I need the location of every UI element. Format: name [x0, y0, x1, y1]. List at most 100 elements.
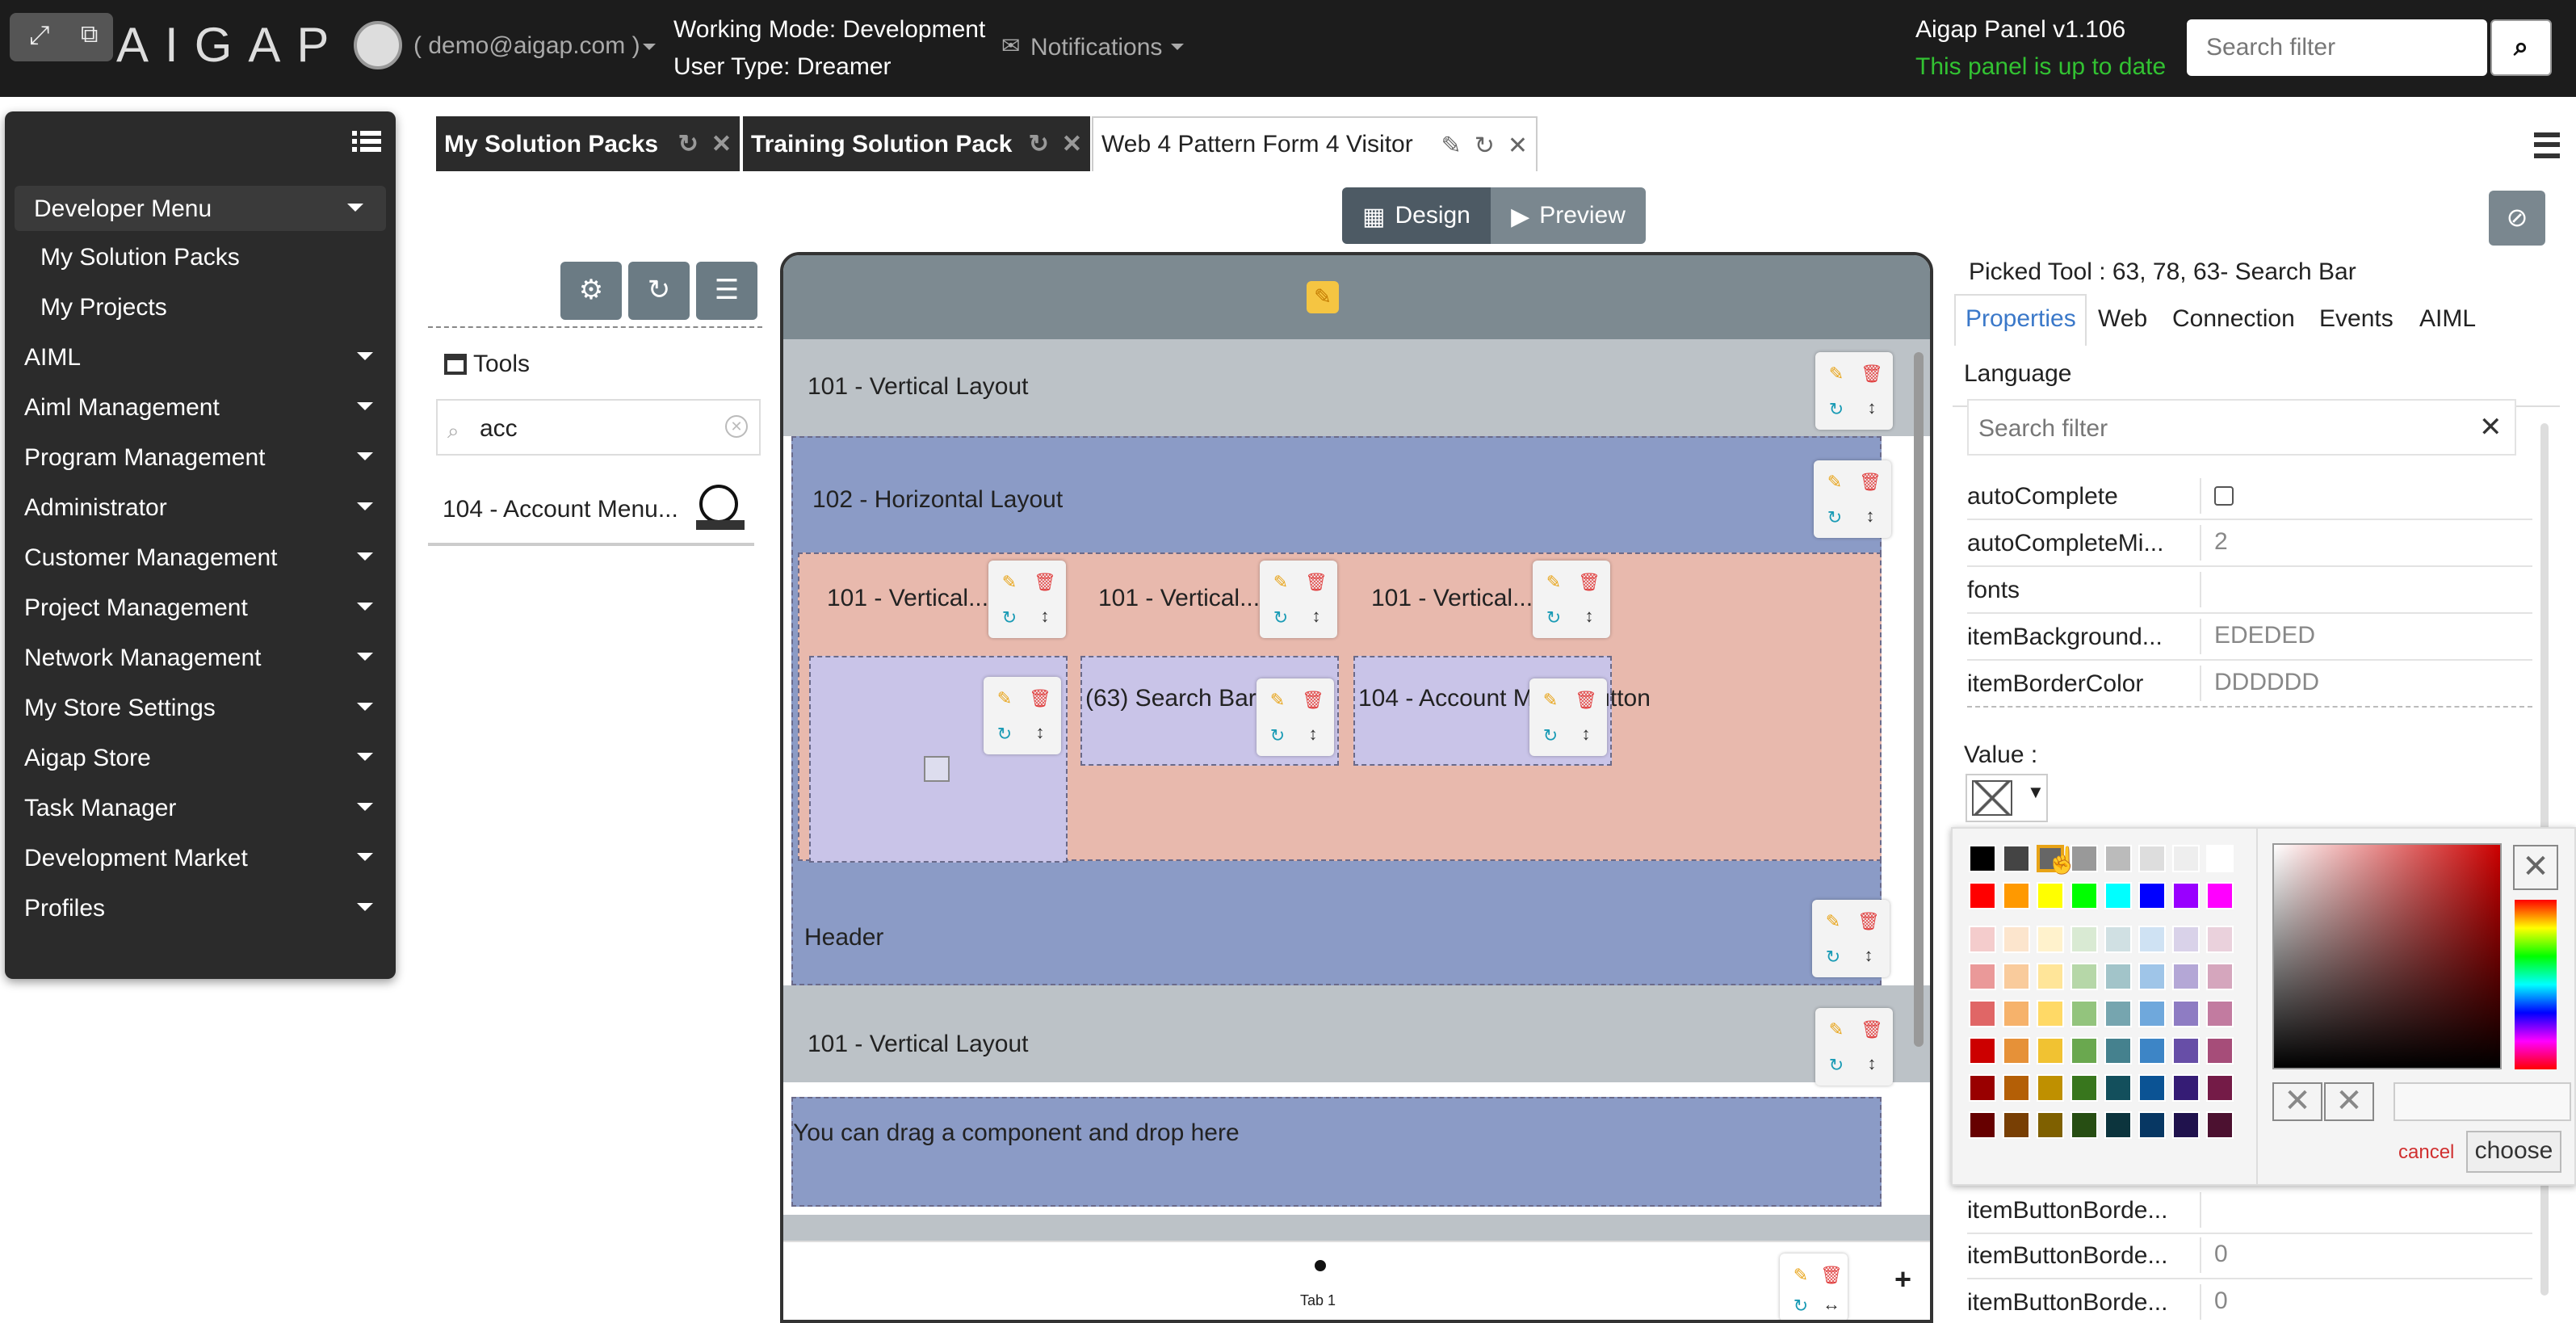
block-controls[interactable]: ✎ 🗑 ↻ ↔ [1780, 1254, 1848, 1320]
color-swatch[interactable] [2070, 926, 2098, 953]
property-value[interactable]: EDEDED [2200, 619, 2315, 654]
color-swatch[interactable] [1969, 1000, 1996, 1027]
tool-item[interactable]: 104 - Account Menu... [428, 478, 754, 546]
property-value[interactable] [2200, 1192, 2214, 1228]
tab-label[interactable]: Tab 1 [1300, 1292, 1336, 1308]
color-swatch[interactable] [2037, 1037, 2064, 1065]
color-swatch[interactable] [2104, 882, 2132, 909]
clear-icon[interactable]: ✕ [725, 415, 748, 438]
mail-icon[interactable]: ✉ [1001, 32, 1020, 60]
property-row[interactable]: autoCompleteMi... 2 [1967, 520, 2532, 567]
color-swatch[interactable] [2206, 1000, 2234, 1027]
color-hex-input[interactable] [2393, 1082, 2571, 1121]
refresh-icon[interactable]: ↻ [1475, 131, 1495, 160]
refresh-button[interactable]: ↻ [628, 262, 690, 320]
window-icon[interactable]: ⧉ [81, 21, 98, 48]
tab-properties[interactable]: Properties [1954, 294, 2087, 346]
color-swatch[interactable] [2172, 882, 2200, 909]
color-swatch[interactable] [2206, 963, 2234, 990]
sidebar-item-developer-menu[interactable]: Developer Menu [15, 186, 386, 231]
color-swatch[interactable] [2104, 963, 2132, 990]
refresh-icon[interactable]: ↻ [678, 129, 699, 158]
move-icon[interactable]: ↕ [1297, 719, 1329, 751]
notifications-menu[interactable]: Notifications [1030, 34, 1162, 61]
property-value[interactable]: 0 [2200, 1237, 2228, 1273]
trash-icon[interactable]: 🗑 [1024, 682, 1056, 714]
color-swatch[interactable] [2003, 1074, 2030, 1102]
color-swatch[interactable] [2003, 963, 2030, 990]
cancel-link[interactable]: cancel [2398, 1140, 2454, 1163]
tab-aiml[interactable]: AIML [2419, 305, 2476, 333]
settings-button[interactable]: ⚙ [560, 262, 622, 320]
color-swatch[interactable] [2206, 882, 2234, 909]
search-button[interactable]: ⌕ [2490, 19, 2552, 76]
move-icon[interactable]: ↕ [1029, 601, 1061, 633]
color-swatch[interactable] [1969, 882, 1996, 909]
saturation-field[interactable] [2272, 843, 2502, 1069]
design-button[interactable]: ▦ Design [1342, 187, 1491, 244]
tab-dot-icon[interactable] [1315, 1260, 1326, 1271]
move-icon[interactable]: ↕ [1856, 393, 1888, 425]
block-controls[interactable]: ✎ 🗑 ↻ ↕ [984, 677, 1061, 754]
trash-icon[interactable]: 🗑 [1852, 905, 1885, 937]
color-swatch[interactable] [1969, 926, 1996, 953]
color-swatch[interactable] [2003, 845, 2030, 872]
notifications-caret-icon[interactable] [1171, 44, 1184, 50]
refresh-icon[interactable]: ↻ [1538, 601, 1570, 633]
move-icon[interactable]: ↕ [1300, 601, 1332, 633]
properties-search-input[interactable]: Search filter ✕ [1967, 399, 2516, 456]
block-controls[interactable]: ✎ 🗑 ↻ ↕ [1815, 1008, 1893, 1086]
tabs-menu-icon[interactable] [2534, 132, 2560, 158]
property-row[interactable]: fonts [1967, 567, 2532, 614]
tab-web-4-pattern-form[interactable]: Web 4 Pattern Form 4 Visitor ✎ ↻ ✕ [1092, 116, 1538, 171]
design-canvas[interactable]: ✎ 101 - Vertical Layout ✎ 🗑 ↻ ↕ 102 - Horiz… [780, 252, 1933, 1323]
block-controls[interactable]: ✎ 🗑 ↻ ↕ [1257, 678, 1334, 756]
color-swatch[interactable] [2070, 1074, 2098, 1102]
edit-icon[interactable]: ✎ [993, 565, 1026, 598]
add-tab-button[interactable]: + [1894, 1263, 1911, 1297]
sidebar-item-profiles[interactable]: Profiles [5, 885, 396, 930]
color-swatch[interactable] [2003, 1000, 2030, 1027]
sidebar-item-my-solution-packs[interactable]: My Solution Packs [5, 234, 396, 279]
color-swatch[interactable] [2070, 1037, 2098, 1065]
color-swatch[interactable] [2206, 1037, 2234, 1065]
move-icon[interactable]: ↔ [1815, 1289, 1848, 1320]
move-icon[interactable]: ↕ [1856, 1048, 1888, 1081]
top-search-input[interactable]: Search filter [2187, 19, 2487, 76]
color-swatch[interactable] [2037, 926, 2064, 953]
edit-icon[interactable]: ✎ [1819, 465, 1851, 498]
tab-events[interactable]: Events [2319, 305, 2393, 333]
refresh-icon[interactable]: ↻ [1785, 1289, 1817, 1320]
sidebar-item-my-store-settings[interactable]: My Store Settings [5, 685, 396, 730]
color-swatch[interactable] [2104, 1037, 2132, 1065]
tab-language[interactable]: Language [1964, 360, 2072, 388]
color-swatch[interactable] [2172, 1000, 2200, 1027]
hide-icon[interactable]: ⊘ [2489, 191, 2545, 246]
color-swatch[interactable] [2037, 882, 2064, 909]
color-swatch[interactable] [2172, 1111, 2200, 1139]
property-row[interactable]: itemBorderColor DDDDDD [1967, 661, 2532, 708]
trash-icon[interactable]: 🗑 [1854, 465, 1886, 498]
color-swatch[interactable] [2138, 845, 2166, 872]
hue-slider[interactable] [2515, 900, 2557, 1069]
refresh-icon[interactable]: ↻ [1534, 719, 1567, 751]
color-swatch[interactable] [2003, 926, 2030, 953]
sidebar-item-administrator[interactable]: Administrator [5, 485, 396, 530]
property-row[interactable]: itemBackground... EDEDED [1967, 614, 2532, 661]
tools-search-input[interactable]: ⌕ acc ✕ [436, 399, 761, 456]
sidebar-item-my-projects[interactable]: My Projects [5, 284, 396, 330]
color-swatch-button[interactable]: ▼ [1966, 774, 2048, 822]
color-swatch[interactable] [2104, 1111, 2132, 1139]
color-swatch[interactable] [2104, 845, 2132, 872]
refresh-icon[interactable]: ↻ [993, 601, 1026, 633]
list-button[interactable]: ☰ [696, 262, 757, 320]
trash-icon[interactable]: 🗑 [1300, 565, 1332, 598]
color-swatch[interactable] [2037, 963, 2064, 990]
sidebar-item-aigap-store[interactable]: Aigap Store [5, 735, 396, 780]
palette[interactable] [1969, 845, 2243, 1152]
color-swatch[interactable] [1969, 845, 1996, 872]
color-swatch[interactable] [2206, 1111, 2234, 1139]
color-swatch[interactable] [2206, 1074, 2234, 1102]
color-swatch[interactable] [2172, 845, 2200, 872]
pin-icon[interactable]: ✎ [1441, 131, 1462, 160]
